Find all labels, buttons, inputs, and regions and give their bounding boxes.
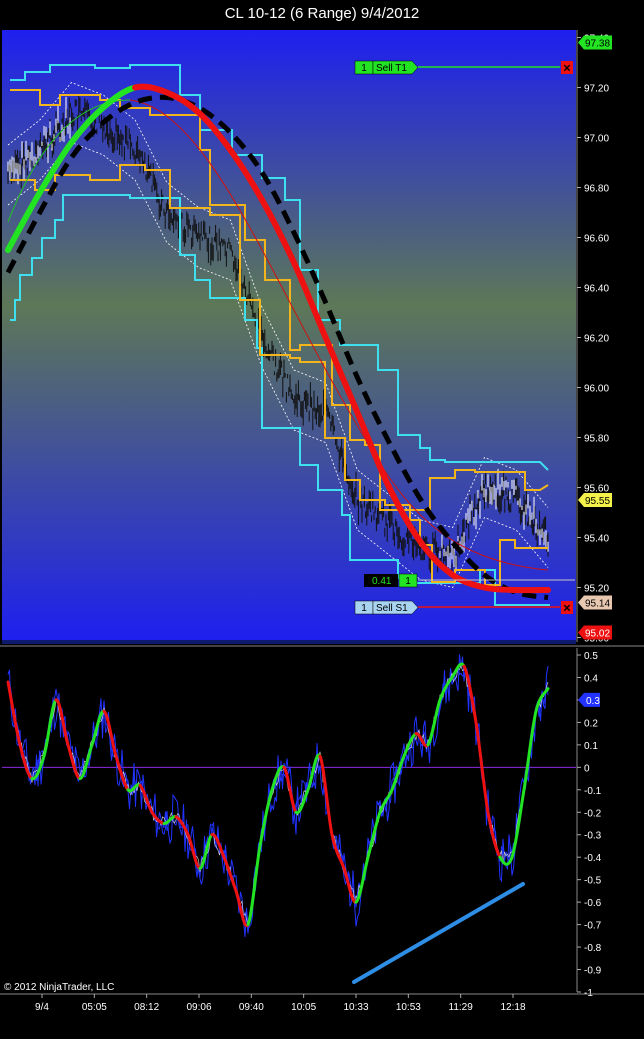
- sell-t1-label: Sell T1: [376, 63, 407, 74]
- time-tick-label: 12:18: [500, 1002, 525, 1013]
- osc-tick-label: 0.5: [584, 651, 598, 662]
- close-icon: ✕: [563, 64, 571, 75]
- osc-tick-label: -0.8: [584, 943, 602, 954]
- position-qty: 1: [405, 576, 411, 587]
- price-axis: 97.4097.2097.0096.8096.6096.4096.2096.00…: [576, 30, 609, 645]
- price-tick-label: 96.20: [584, 334, 609, 345]
- price-tick-label: 95.80: [584, 434, 609, 445]
- osc-tick-label: -0.6: [584, 898, 602, 909]
- price-tick-label: 97.00: [584, 134, 609, 145]
- position-pnl: 0.41: [372, 576, 392, 587]
- osc-tick-label: -0.3: [584, 831, 602, 842]
- price-panel-footer-strip: [2, 640, 576, 644]
- price-tick-label: 95.20: [584, 584, 609, 595]
- osc-tick-label: -0.4: [584, 853, 602, 864]
- osc-tick-label: 0: [584, 763, 590, 774]
- time-axis: 9/4 05:05 08:12 09:06 09:40 10:05 10:33 10:53 11…: [35, 994, 526, 1013]
- price-marker-label: 95.02: [585, 629, 610, 640]
- price-marker-label: 97.38: [585, 39, 610, 50]
- sell-t1-qty: 1: [361, 63, 367, 74]
- price-tick-label: 97.20: [584, 84, 609, 95]
- close-icon: ✕: [563, 604, 571, 615]
- osc-tick-label: 0.4: [584, 673, 598, 684]
- osc-tick-label: -0.1: [584, 786, 602, 797]
- price-tick-label: 96.40: [584, 284, 609, 295]
- osc-tick-label: -0.9: [584, 966, 602, 977]
- copyright-text: © 2012 NinjaTrader, LLC: [4, 982, 114, 993]
- osc-current-label: 0.3: [586, 696, 600, 707]
- time-tick-label: 10:53: [396, 1002, 421, 1013]
- time-tick-label: 05:05: [82, 1002, 107, 1013]
- osc-tick-label: -0.5: [584, 876, 602, 887]
- sell-s1-qty: 1: [361, 603, 367, 614]
- time-tick-label: 09:40: [239, 1002, 264, 1013]
- oscillator-panel[interactable]: © 2012 NinjaTrader, LLC: [2, 648, 576, 993]
- price-marker-label: 95.55: [585, 496, 610, 507]
- time-tick-label: 9/4: [35, 1002, 49, 1013]
- price-tick-label: 96.60: [584, 234, 609, 245]
- time-tick-label: 10:33: [343, 1002, 368, 1013]
- oscillator-current-marker: 0.3: [578, 692, 600, 707]
- time-tick-label: 11:29: [449, 1002, 474, 1013]
- time-tick-label: 08:12: [134, 1002, 159, 1013]
- osc-tick-label: 0.1: [584, 741, 598, 752]
- price-tick-label: 96.00: [584, 384, 609, 395]
- osc-tick-label: -0.7: [584, 921, 602, 932]
- price-tick-label: 95.60: [584, 484, 609, 495]
- price-tick-label: 96.80: [584, 184, 609, 195]
- osc-tick-label: 0.2: [584, 718, 598, 729]
- osc-tick-label: -0.2: [584, 808, 602, 819]
- price-tick-label: 95.40: [584, 534, 609, 545]
- chart-area[interactable]: 1 Sell T1 ✕ 1 Sell S1 ✕ 0.41 1 97.4097.2…: [0, 0, 644, 1039]
- sell-s1-label: Sell S1: [376, 603, 408, 614]
- price-marker-label: 95.14: [585, 599, 610, 610]
- time-tick-label: 09:06: [186, 1002, 211, 1013]
- time-tick-label: 10:05: [291, 1002, 316, 1013]
